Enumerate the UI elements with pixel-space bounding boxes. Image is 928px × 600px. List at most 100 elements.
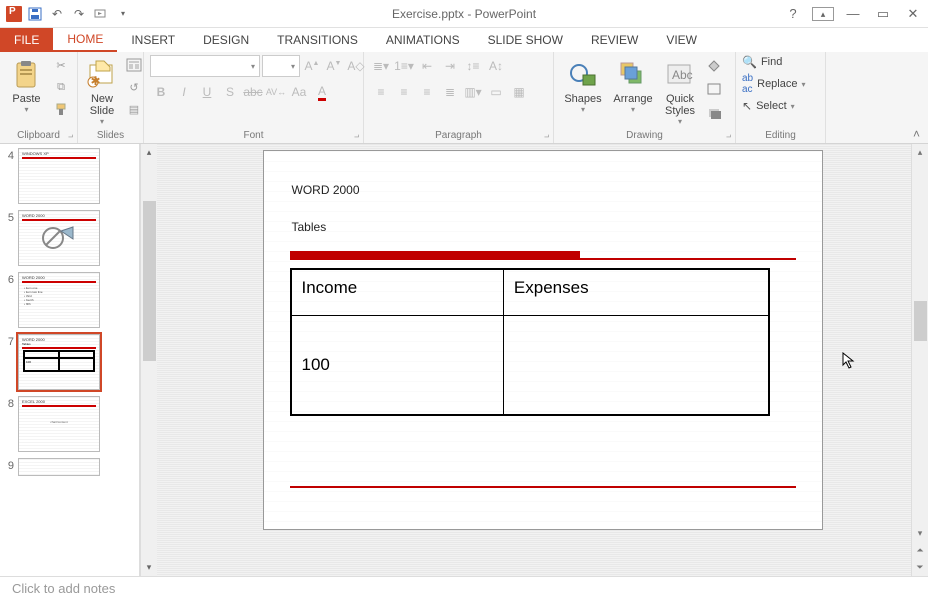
italic-icon[interactable]: I: [173, 81, 195, 103]
shadow-icon[interactable]: S: [219, 81, 241, 103]
numbering-icon[interactable]: 1≡▾: [393, 55, 415, 77]
ribbon-options-icon[interactable]: ▴: [812, 7, 834, 21]
cell-income-header[interactable]: Income: [291, 269, 504, 315]
smartart-icon[interactable]: ▦: [508, 81, 530, 103]
tab-animations[interactable]: ANIMATIONS: [372, 28, 474, 52]
layout-icon[interactable]: [124, 55, 144, 75]
qat-more-icon[interactable]: ▾: [114, 5, 132, 23]
help-icon[interactable]: ?: [782, 6, 804, 21]
align-left-icon[interactable]: ≡: [370, 81, 392, 103]
window-controls: ? ▴ — ▭ ✕: [782, 6, 924, 22]
thumb-slide-7[interactable]: WORD 2000Tables 100: [18, 334, 100, 390]
section-icon[interactable]: ▤: [124, 99, 144, 119]
slide-table[interactable]: Income Expenses 100: [290, 268, 770, 416]
redo-icon[interactable]: ↷: [70, 5, 88, 23]
font-size-combo[interactable]: [262, 55, 300, 77]
decrease-indent-icon[interactable]: ⇤: [416, 55, 438, 77]
next-slide-icon[interactable]: ⏷: [912, 559, 928, 576]
table-row: Income Expenses: [291, 269, 769, 315]
reset-icon[interactable]: ↺: [124, 77, 144, 97]
thumb-slide-8[interactable]: EXCEL 2000chart/content: [18, 396, 100, 452]
underline-icon[interactable]: U: [196, 81, 218, 103]
quick-styles-button[interactable]: Abc Quick Styles▾: [660, 55, 700, 128]
prev-slide-icon[interactable]: ⏶: [912, 542, 928, 559]
cell-income-value[interactable]: 100: [291, 315, 504, 415]
scroll-up-icon[interactable]: ▴: [141, 144, 157, 161]
start-from-beginning-icon[interactable]: [92, 5, 110, 23]
shapes-button[interactable]: Shapes▾: [560, 55, 606, 116]
thumb-slide-4[interactable]: WINDOWS XP: [18, 148, 100, 204]
editor-scrollbar[interactable]: ▴ ▾ ⏶ ⏷: [911, 144, 928, 576]
new-slide-button[interactable]: ✱ New Slide ▾: [84, 55, 120, 128]
text-direction-icon[interactable]: A↕: [485, 55, 507, 77]
shape-fill-icon[interactable]: [704, 55, 724, 75]
shape-outline-icon[interactable]: [704, 79, 724, 99]
save-icon[interactable]: [26, 5, 44, 23]
mini-title: WINDOWS XP: [19, 149, 99, 156]
close-icon[interactable]: ✕: [902, 6, 924, 22]
slide-editor: WORD 2000 Tables Income Expenses 100 ▴: [157, 144, 928, 576]
columns-icon[interactable]: ▥▾: [462, 81, 484, 103]
align-text-icon[interactable]: ▭: [485, 81, 507, 103]
tab-view[interactable]: VIEW: [652, 28, 711, 52]
group-drawing: Shapes▾ Arrange▾ Abc Quick Styles▾ Drawi…: [554, 52, 736, 143]
increase-indent-icon[interactable]: ⇥: [439, 55, 461, 77]
strikethrough-icon[interactable]: abc: [242, 81, 264, 103]
scroll-down-icon[interactable]: ▾: [912, 525, 928, 542]
tab-file[interactable]: FILE: [0, 28, 53, 52]
format-painter-icon[interactable]: [51, 99, 71, 119]
select-button[interactable]: ↖Select▾: [742, 99, 806, 113]
thumb-slide-9[interactable]: [18, 458, 100, 476]
thumbs-scrollbar[interactable]: ▴ ▾: [140, 144, 157, 576]
notes-pane[interactable]: Click to add notes: [0, 576, 928, 600]
select-label: Select: [756, 100, 787, 112]
group-label-font: Font: [150, 129, 357, 141]
scrollbar-thumb[interactable]: [143, 201, 156, 361]
cell-expenses-header[interactable]: Expenses: [503, 269, 768, 315]
char-spacing-icon[interactable]: AV↔: [265, 81, 287, 103]
tab-review[interactable]: REVIEW: [577, 28, 652, 52]
current-slide[interactable]: WORD 2000 Tables Income Expenses 100: [263, 150, 823, 530]
scroll-up-icon[interactable]: ▴: [912, 144, 928, 161]
font-family-combo[interactable]: [150, 55, 260, 77]
undo-icon[interactable]: ↶: [48, 5, 66, 23]
find-label: Find: [761, 56, 782, 68]
thumb-slide-5[interactable]: WORD 2000: [18, 210, 100, 266]
thumb-row-8: 8 EXCEL 2000chart/content: [2, 396, 137, 452]
change-case-icon[interactable]: Aa: [288, 81, 310, 103]
font-color-icon[interactable]: A: [311, 81, 333, 103]
mini-title: WORD 2000: [19, 335, 99, 342]
minimize-icon[interactable]: —: [842, 6, 864, 21]
group-label-editing: Editing: [742, 129, 819, 141]
slide-title[interactable]: WORD 2000 Tables: [264, 151, 822, 247]
tab-transitions[interactable]: TRANSITIONS: [263, 28, 372, 52]
tab-insert[interactable]: INSERT: [117, 28, 189, 52]
clear-formatting-icon[interactable]: A◇: [346, 59, 366, 73]
line-spacing-icon[interactable]: ↕≡: [462, 55, 484, 77]
align-center-icon[interactable]: ≡: [393, 81, 415, 103]
thumb-slide-6[interactable]: WORD 2000 • item one• item two line• thi…: [18, 272, 100, 328]
shape-effects-icon[interactable]: [704, 103, 724, 123]
tab-design[interactable]: DESIGN: [189, 28, 263, 52]
slide-thumbnails: 4 WINDOWS XP 5 WORD 2000 6 WORD 2000 • i…: [0, 144, 140, 576]
scrollbar-thumb[interactable]: [914, 301, 927, 341]
decrease-font-icon[interactable]: A▼: [324, 59, 344, 73]
red-bar-thick: [290, 251, 580, 258]
copy-icon[interactable]: ⧉: [51, 77, 71, 97]
tab-home[interactable]: HOME: [53, 28, 117, 52]
cut-icon[interactable]: ✂: [51, 55, 71, 75]
thumb-num: 6: [2, 272, 14, 286]
paste-button[interactable]: Paste ▾: [6, 55, 47, 116]
justify-icon[interactable]: ≣: [439, 81, 461, 103]
find-button[interactable]: 🔍Find: [742, 55, 806, 69]
arrange-button[interactable]: Arrange▾: [610, 55, 656, 116]
bullets-icon[interactable]: ≣▾: [370, 55, 392, 77]
tab-slideshow[interactable]: SLIDE SHOW: [474, 28, 577, 52]
align-right-icon[interactable]: ≡: [416, 81, 438, 103]
replace-button[interactable]: abacReplace▾: [742, 73, 806, 95]
bold-icon[interactable]: B: [150, 81, 172, 103]
restore-icon[interactable]: ▭: [872, 6, 894, 22]
scroll-down-icon[interactable]: ▾: [141, 559, 157, 576]
cell-expenses-value[interactable]: [503, 315, 768, 415]
increase-font-icon[interactable]: A▲: [302, 59, 322, 73]
